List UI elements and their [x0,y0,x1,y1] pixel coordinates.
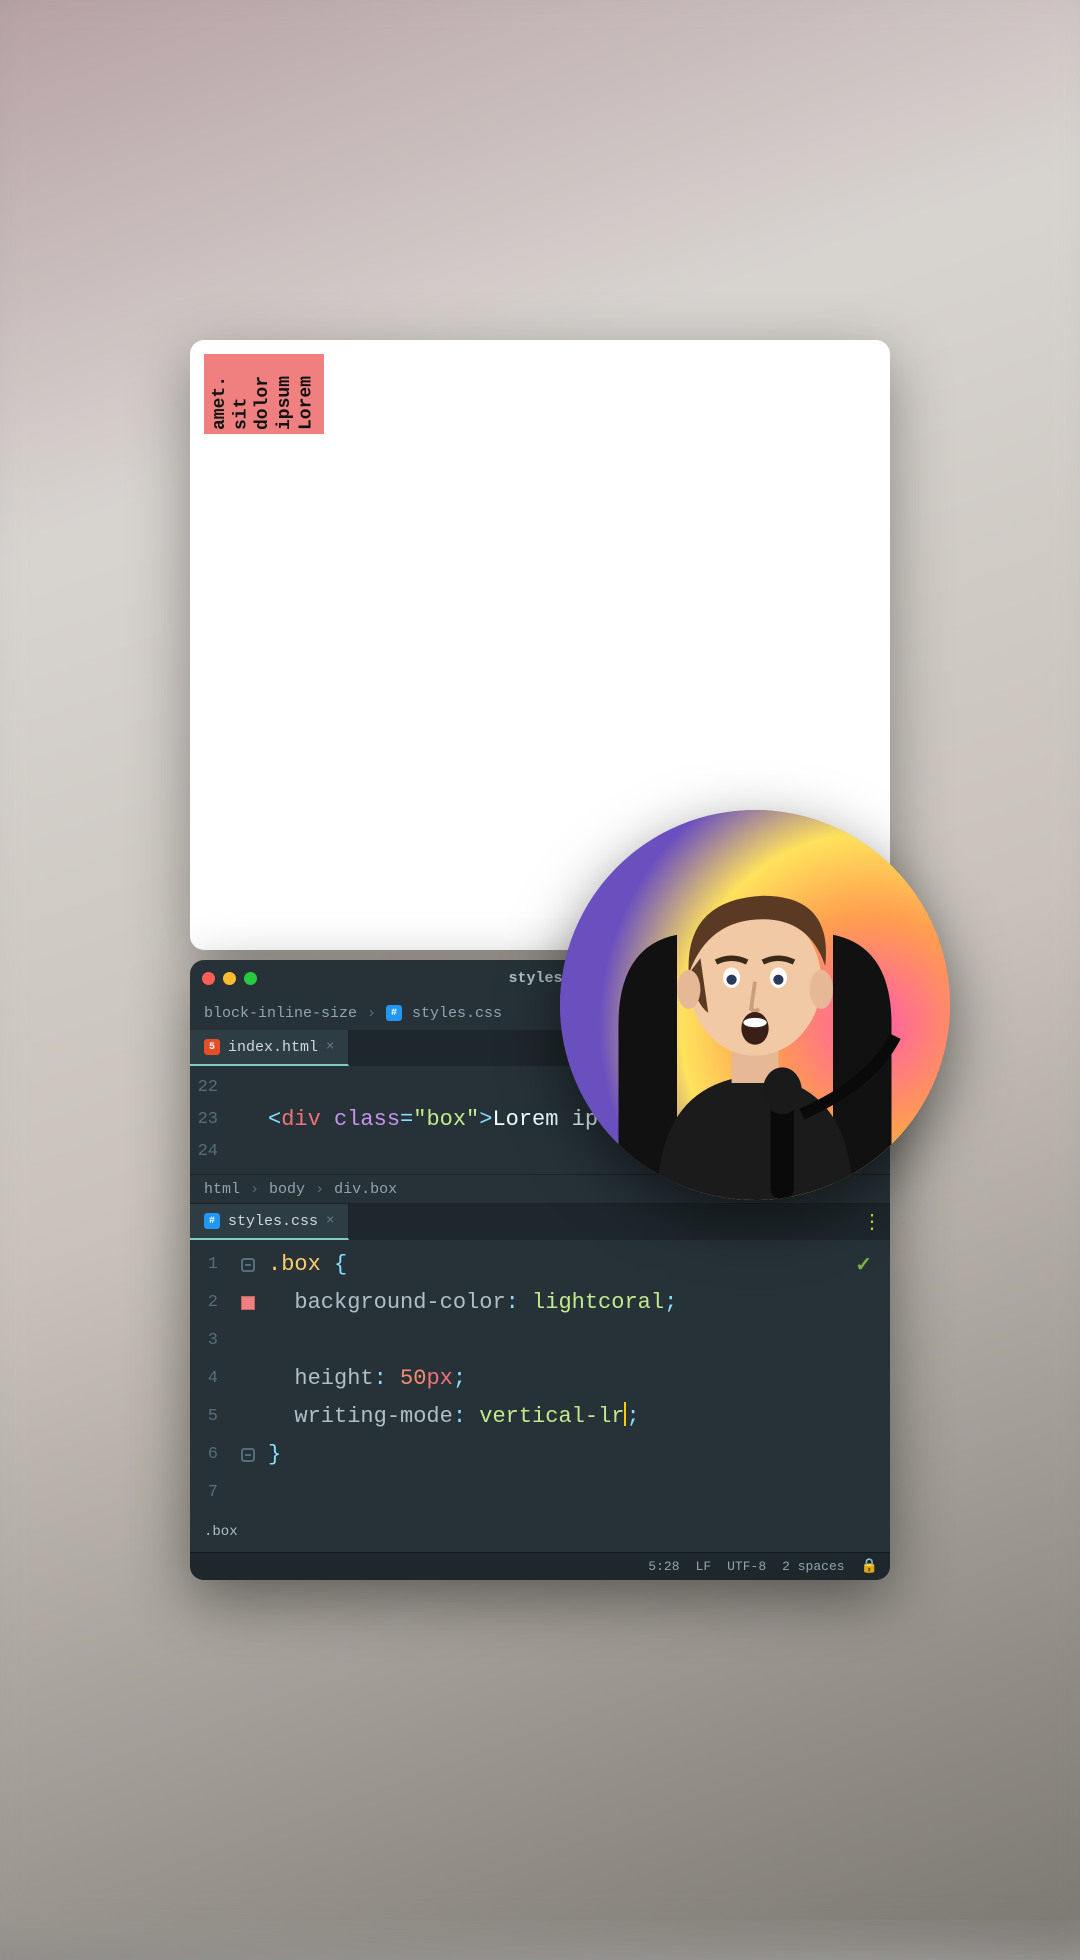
code-line[interactable]: background-color: lightcoral; [268,1284,677,1322]
status-eol[interactable]: LF [696,1559,712,1574]
css-file-icon: # [386,1005,402,1021]
css-editor-tabrow: # styles.css × ⋮ [190,1204,890,1240]
status-encoding[interactable]: UTF-8 [727,1559,766,1574]
code-line[interactable]: writing-mode: vertical-lr; [268,1398,640,1436]
check-icon: ✓ [855,1248,872,1286]
line-number: 7 [190,1474,228,1512]
close-icon[interactable]: × [326,1039,334,1055]
line-number: 24 [190,1136,228,1168]
html-file-icon: 5 [204,1039,220,1055]
code-line[interactable]: .box { [268,1246,347,1284]
code-line[interactable]: <div class="box">Lorem ip [268,1104,598,1136]
code-line[interactable]: } [268,1436,281,1474]
line-number: 4 [190,1360,228,1398]
close-icon[interactable]: × [326,1213,334,1229]
tab-label: index.html [228,1039,318,1056]
code-line[interactable]: height: 50px; [268,1360,466,1398]
status-bar: 5:28 LF UTF-8 2 spaces 🔒 [190,1552,890,1580]
breadcrumb-project[interactable]: block-inline-size [204,1005,357,1022]
window-minimize-dot[interactable] [223,972,236,985]
line-number: 22 [190,1072,228,1104]
chevron-right-icon: › [367,1005,376,1022]
webcam-overlay [560,810,950,1200]
breadcrumb-node[interactable]: body [269,1181,305,1198]
presenter-avatar [560,810,950,1200]
line-number: 3 [190,1322,228,1360]
tab-index-html[interactable]: 5 index.html × [190,1030,349,1066]
breadcrumb-file[interactable]: styles.css [412,1005,502,1022]
status-indent[interactable]: 2 spaces [782,1559,844,1574]
tab-label: styles.css [228,1213,318,1230]
fold-icon[interactable] [241,1258,255,1272]
chevron-right-icon: › [250,1181,259,1198]
chevron-right-icon: › [315,1181,324,1198]
lock-icon[interactable]: 🔒 [861,1558,878,1575]
breadcrumb-node[interactable]: div.box [334,1181,397,1198]
line-number: 2 [190,1284,228,1322]
tab-styles-css[interactable]: # styles.css × [190,1204,349,1240]
breadcrumb-node[interactable]: html [204,1181,240,1198]
window-zoom-dot[interactable] [244,972,257,985]
demo-box: Lorem ipsum dolor sit amet. [204,354,324,434]
line-number: 5 [190,1398,228,1436]
css-code-area[interactable]: ✓ 1 .box { 2 background-color: lightcora… [190,1240,890,1518]
fold-icon[interactable] [241,1448,255,1462]
line-number: 1 [190,1246,228,1284]
css-file-icon: # [204,1213,220,1229]
status-cursor-pos[interactable]: 5:28 [648,1559,679,1574]
color-swatch-icon[interactable] [241,1296,255,1310]
window-close-dot[interactable] [202,972,215,985]
selector-path[interactable]: .box [190,1518,890,1546]
line-number: 6 [190,1436,228,1474]
line-number: 23 [190,1104,228,1136]
more-icon[interactable]: ⋮ [862,1209,880,1235]
